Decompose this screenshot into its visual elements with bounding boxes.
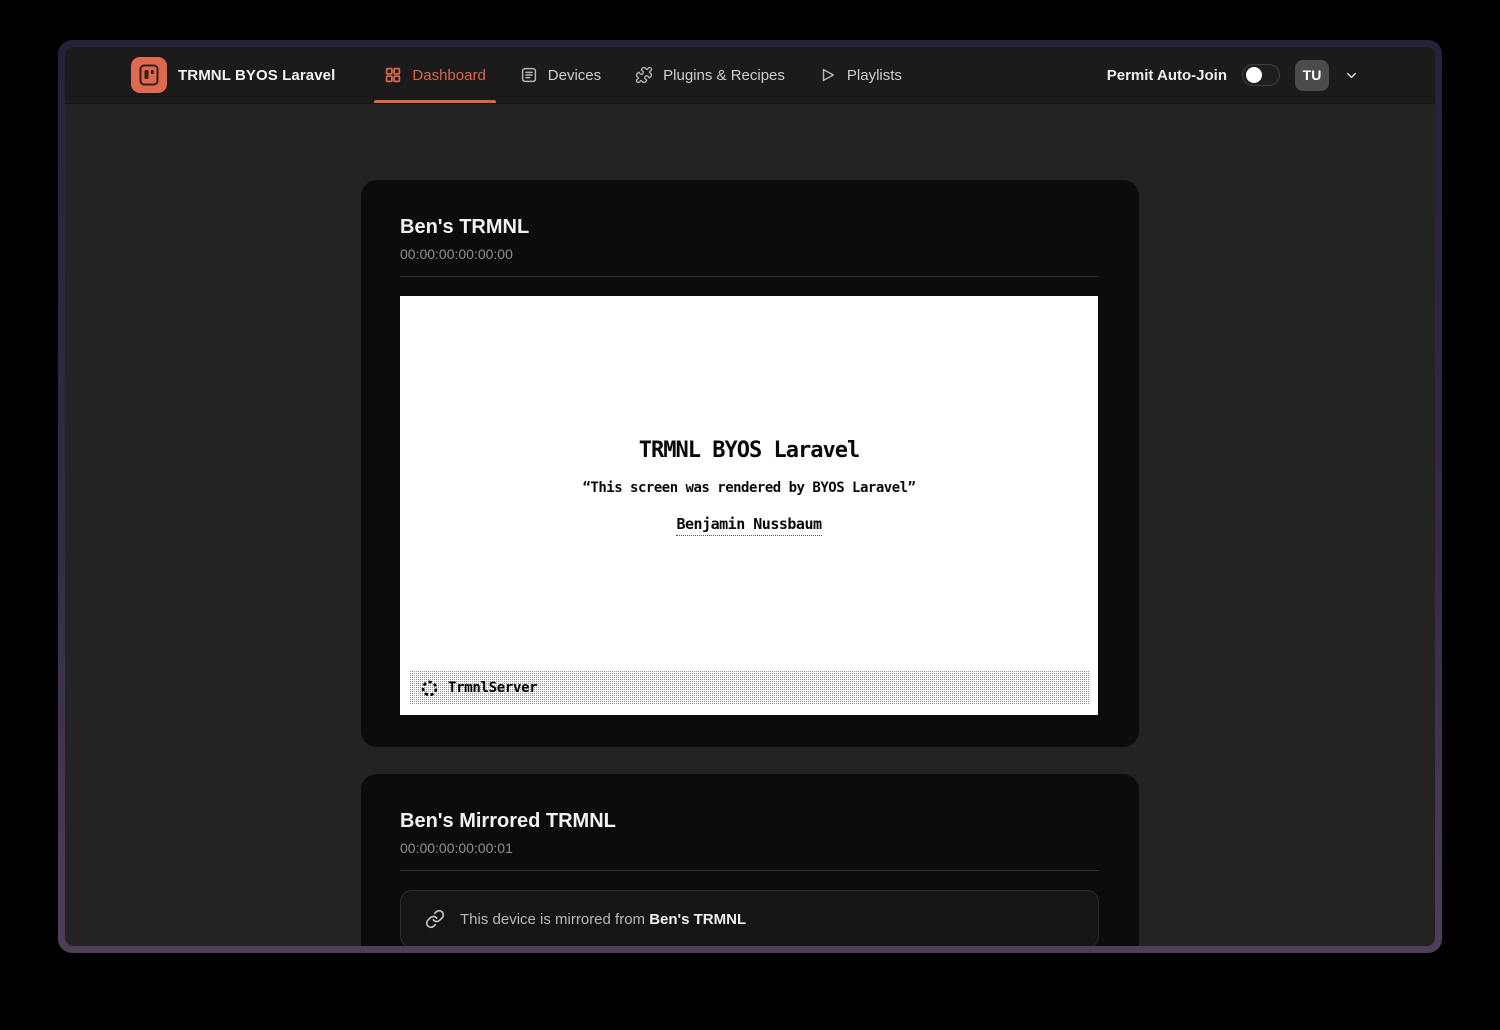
tab-plugins-recipes[interactable]: Plugins & Recipes: [625, 47, 795, 103]
tab-dashboard[interactable]: Dashboard: [374, 47, 495, 103]
tab-label: Playlists: [847, 67, 902, 84]
tab-playlists[interactable]: Playlists: [809, 47, 912, 103]
app-title: TRMNL BYOS Laravel: [178, 67, 335, 84]
device-mac-address: 00:00:00:00:00:00: [400, 245, 1099, 263]
device-card-bens-mirrored-trmnl: Ben's Mirrored TRMNL 00:00:00:00:00:01 T…: [361, 774, 1139, 946]
mirror-notice-text: This device is mirrored from Ben's TRMNL: [460, 911, 746, 928]
mirror-source-name: Ben's TRMNL: [649, 911, 746, 928]
screen-author: Benjamin Nussbaum: [400, 515, 1098, 533]
toggle-knob: [1246, 67, 1262, 83]
screen-status-bar: TrmnlServer: [409, 671, 1089, 705]
top-navbar: TRMNL BYOS Laravel Dashboard: [65, 47, 1435, 104]
screen-status-label: TrmnlServer: [448, 680, 537, 696]
device-card-bens-trmnl: Ben's TRMNL 00:00:00:00:00:00 TRMNL BYOS…: [361, 180, 1139, 747]
chevron-down-icon[interactable]: [1344, 68, 1359, 83]
grid-icon: [384, 66, 402, 84]
permit-auto-join-label: Permit Auto-Join: [1107, 67, 1227, 84]
tab-devices[interactable]: Devices: [510, 47, 611, 103]
screen-quote: “This screen was rendered by BYOS Larave…: [400, 480, 1098, 496]
eink-screen-preview: TRMNL BYOS Laravel “This screen was rend…: [400, 296, 1098, 715]
trmnl-device-icon: [137, 63, 161, 87]
tab-label: Devices: [548, 67, 601, 84]
divider: [400, 276, 1099, 277]
permit-auto-join-toggle[interactable]: [1242, 64, 1280, 86]
nav-tabs: Dashboard Devices: [367, 47, 919, 103]
divider: [400, 870, 1099, 871]
app-logo[interactable]: [131, 57, 167, 93]
device-mac-address: 00:00:00:00:00:01: [400, 839, 1099, 857]
tab-label: Dashboard: [412, 67, 485, 84]
app-window: TRMNL BYOS Laravel Dashboard: [58, 40, 1442, 953]
link-icon: [425, 909, 445, 929]
mirror-notice: This device is mirrored from Ben's TRMNL: [400, 890, 1099, 946]
puzzle-icon: [635, 66, 653, 84]
nav-right-group: Permit Auto-Join TU: [1107, 60, 1359, 91]
device-name: Ben's TRMNL: [400, 214, 1099, 240]
spinner-icon: [420, 679, 439, 698]
list-card-icon: [520, 66, 538, 84]
device-name: Ben's Mirrored TRMNL: [400, 808, 1099, 834]
tab-label: Plugins & Recipes: [663, 67, 785, 84]
dashboard-content: Ben's TRMNL 00:00:00:00:00:00 TRMNL BYOS…: [65, 104, 1435, 946]
user-avatar[interactable]: TU: [1295, 60, 1329, 91]
play-icon: [819, 66, 837, 84]
screen-title: TRMNL BYOS Laravel: [400, 438, 1098, 463]
app-window-inner: TRMNL BYOS Laravel Dashboard: [65, 47, 1435, 946]
